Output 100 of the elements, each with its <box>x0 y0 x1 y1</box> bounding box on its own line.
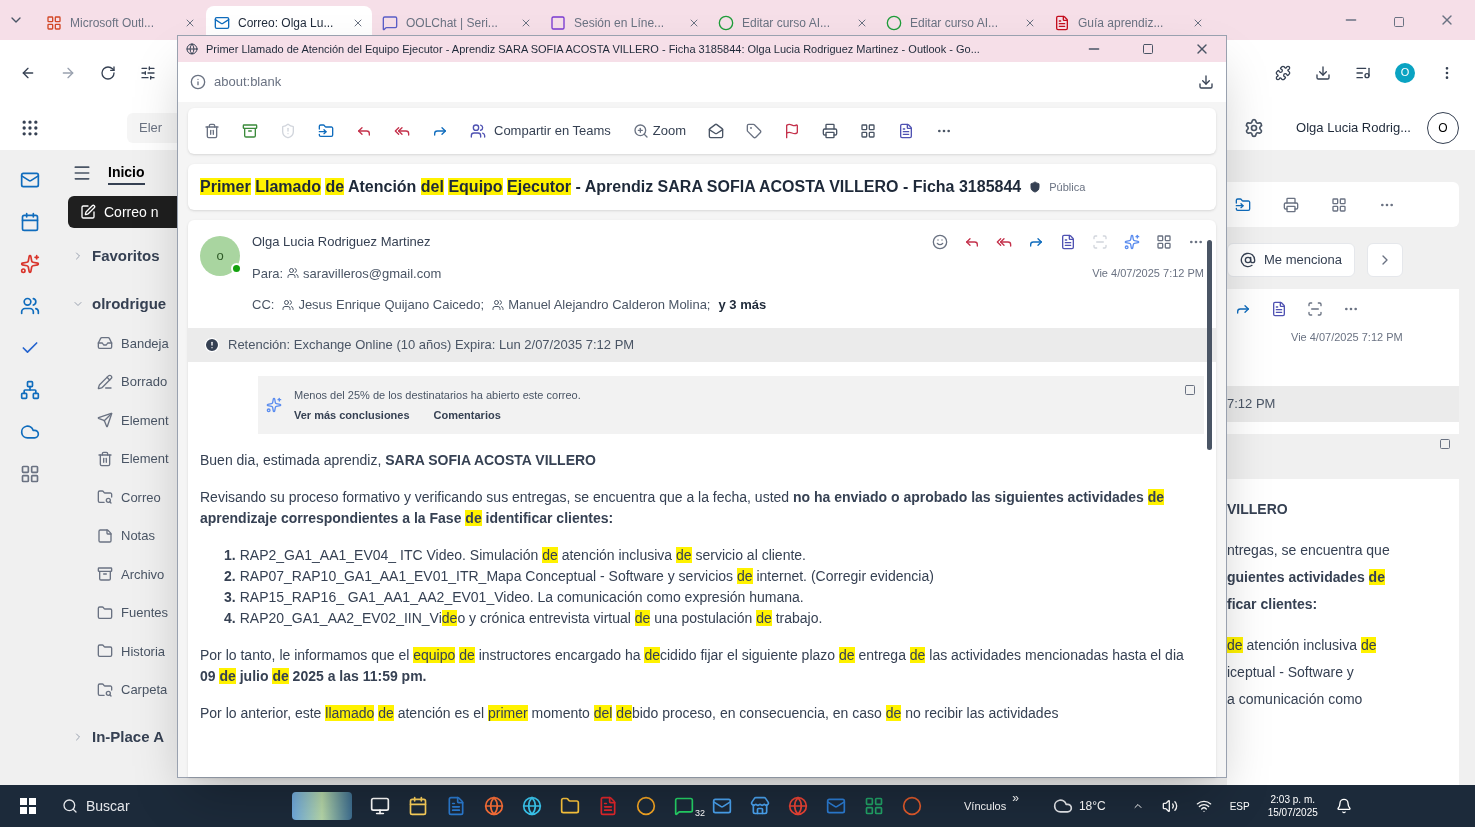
document-icon[interactable] <box>1271 301 1287 317</box>
browser-tab[interactable]: Editar curso AI... <box>878 6 1044 40</box>
scan-icon[interactable] <box>1307 301 1323 317</box>
folder-group[interactable]: olrodrigue <box>92 292 167 316</box>
insight-link[interactable]: Comentarios <box>433 407 501 424</box>
grid-icon[interactable] <box>1156 233 1172 250</box>
folder-item[interactable]: Bandeja <box>60 324 177 363</box>
list-item: RAP15_RAP16_ GA1_AA1_AA2_EV01_Video. La comunicación como expresión humana. <box>239 588 804 607</box>
close-icon[interactable] <box>1192 17 1204 29</box>
folder-item[interactable]: Historia <box>60 632 177 671</box>
ribbon-tab[interactable]: Inicio <box>108 161 145 185</box>
folder-icon[interactable] <box>1235 196 1251 213</box>
browser-tab[interactable]: Sesión en Líne... <box>542 6 708 40</box>
folder-item[interactable]: Element <box>60 401 177 440</box>
trash-icon[interactable] <box>204 123 220 139</box>
grid-icon[interactable] <box>860 123 877 139</box>
folder-item[interactable]: Notas <box>60 516 177 555</box>
chat-icon[interactable] <box>674 796 694 816</box>
notification-icon[interactable] <box>1335 798 1352 814</box>
calendar-icon[interactable] <box>408 796 428 816</box>
folder-item[interactable]: Carpeta <box>60 670 177 709</box>
square-icon[interactable] <box>1184 384 1196 396</box>
print-icon[interactable] <box>822 123 839 139</box>
recipient[interactable]: Manuel Alejandro Calderon Molina; <box>508 295 711 315</box>
taskbar-search[interactable]: Buscar <box>54 790 274 822</box>
spreadsheet-icon[interactable] <box>864 796 884 816</box>
document-icon[interactable] <box>446 796 466 816</box>
mail-icon[interactable] <box>826 796 846 816</box>
menu-icon[interactable] <box>72 163 92 183</box>
smiley-icon[interactable] <box>932 233 948 250</box>
download-icon[interactable] <box>1315 64 1331 81</box>
download-icon[interactable] <box>1198 74 1214 90</box>
maximize-icon[interactable] <box>1142 43 1154 55</box>
folder-item[interactable]: Borrado <box>60 362 177 401</box>
print-icon[interactable] <box>1283 196 1299 213</box>
close-icon[interactable] <box>856 17 868 29</box>
mail-icon[interactable] <box>712 796 732 816</box>
recipient[interactable]: Jesus Enrique Quijano Caicedo; <box>298 295 485 315</box>
close-icon[interactable] <box>184 17 196 29</box>
close-icon[interactable] <box>520 17 532 29</box>
windows-logo-icon[interactable] <box>20 798 36 814</box>
globe-icon[interactable] <box>788 796 808 816</box>
filter-chip[interactable]: Me menciona <box>1227 243 1356 277</box>
org-chart-icon[interactable] <box>20 380 40 400</box>
folder-item[interactable]: Fuentes <box>60 593 177 632</box>
browser-tab[interactable]: Guía aprendiz... <box>1046 6 1212 40</box>
people-icon[interactable] <box>20 296 40 316</box>
address-field[interactable]: about:blank <box>214 72 282 92</box>
folder-icon[interactable] <box>318 123 334 139</box>
language-indicator[interactable]: ESP <box>1229 798 1250 814</box>
store-icon[interactable] <box>750 796 770 816</box>
archive-icon[interactable] <box>242 123 258 139</box>
close-icon[interactable] <box>352 17 364 29</box>
list-number: 3. <box>224 588 236 607</box>
square-icon[interactable] <box>1439 437 1451 450</box>
links-toolbar[interactable]: Vínculos <box>964 797 1007 815</box>
document-icon[interactable] <box>1060 233 1076 250</box>
maximize-icon[interactable] <box>1393 16 1405 28</box>
globe-icon[interactable] <box>522 796 542 816</box>
folder-group[interactable]: In-Place A <box>92 725 164 749</box>
sparkle-icon[interactable] <box>1124 233 1140 250</box>
circle-icon[interactable] <box>902 796 922 816</box>
grid-icon[interactable] <box>1331 196 1347 213</box>
envelope-icon[interactable] <box>708 123 725 139</box>
circle-icon[interactable] <box>636 796 656 816</box>
folder-item[interactable]: Element <box>60 439 177 478</box>
new-mail-button[interactable]: Correo n <box>68 196 177 228</box>
cloud-icon[interactable] <box>20 422 40 442</box>
apps-icon[interactable] <box>20 464 40 484</box>
close-icon[interactable] <box>688 17 700 29</box>
folder-item[interactable]: Archivo <box>60 555 177 594</box>
browser-tab[interactable]: OOLChat | Seri... <box>374 6 540 40</box>
calendar-icon[interactable] <box>20 212 40 232</box>
speaker-icon[interactable] <box>1161 798 1178 814</box>
folder-icon[interactable] <box>560 796 580 816</box>
mail-icon[interactable] <box>20 170 40 190</box>
sparkle-icon[interactable] <box>20 254 40 274</box>
share-teams-button[interactable]: Compartir en Teams <box>470 121 611 141</box>
site-settings-icon[interactable] <box>140 64 156 81</box>
at-sign-icon <box>1240 252 1256 268</box>
extensions-icon[interactable] <box>1275 64 1291 81</box>
more-recipients-link[interactable]: y 3 más <box>718 295 767 315</box>
browser-tab[interactable]: Editar curso AI... <box>710 6 876 40</box>
links-more[interactable]: » <box>1012 789 1019 807</box>
flag-icon[interactable] <box>784 123 801 139</box>
reload-icon[interactable] <box>100 64 116 81</box>
task-view-icon[interactable] <box>370 796 390 816</box>
document-icon[interactable] <box>598 796 618 816</box>
document-icon[interactable] <box>898 123 915 139</box>
insight-link[interactable]: Ver más conclusiones <box>294 407 410 424</box>
zoom-button[interactable]: Zoom <box>632 121 687 141</box>
folder-item[interactable]: Correo <box>60 478 177 517</box>
tag-icon[interactable] <box>746 123 763 139</box>
settings-icon[interactable] <box>1244 117 1265 138</box>
globe-icon[interactable] <box>484 796 504 816</box>
browser-tab[interactable]: Microsoft Outl... <box>38 6 204 40</box>
close-icon[interactable] <box>1024 17 1036 29</box>
recipient[interactable]: saravilleros@gmail.com <box>303 263 442 283</box>
wifi-icon[interactable] <box>1195 798 1212 814</box>
folder-group[interactable]: Favoritos <box>92 244 160 268</box>
